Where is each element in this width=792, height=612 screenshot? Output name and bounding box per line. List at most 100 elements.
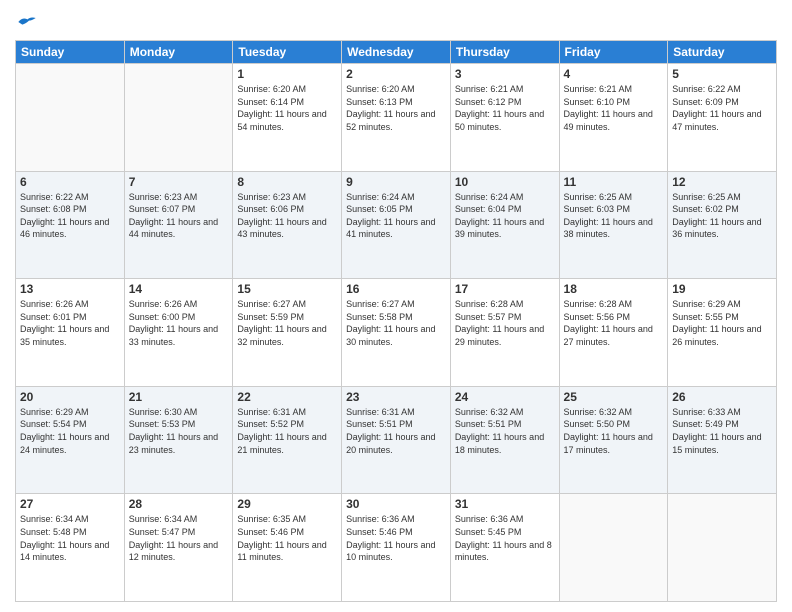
calendar-week-5: 27Sunrise: 6:34 AMSunset: 5:48 PMDayligh… bbox=[16, 494, 777, 602]
day-number: 1 bbox=[237, 67, 337, 81]
day-info: Sunrise: 6:36 AMSunset: 5:45 PMDaylight:… bbox=[455, 513, 555, 563]
day-info: Sunrise: 6:33 AMSunset: 5:49 PMDaylight:… bbox=[672, 406, 772, 456]
day-info: Sunrise: 6:24 AMSunset: 6:05 PMDaylight:… bbox=[346, 191, 446, 241]
calendar-cell: 10 Sunrise: 6:24 AMSunset: 6:04 PMDayligh… bbox=[450, 171, 559, 279]
calendar-cell: 6Sunrise: 6:22 AMSunset: 6:08 PMDaylight… bbox=[16, 171, 125, 279]
calendar-cell: 19 Sunrise: 6:29 AMSunset: 5:55 PMDayligh… bbox=[668, 279, 777, 387]
day-info: Sunrise: 6:21 AMSunset: 6:12 PMDaylight:… bbox=[455, 83, 555, 133]
header bbox=[15, 10, 777, 32]
day-number: 8 bbox=[237, 175, 337, 189]
calendar-cell: 27Sunrise: 6:34 AMSunset: 5:48 PMDayligh… bbox=[16, 494, 125, 602]
day-info: Sunrise: 6:27 AMSunset: 5:59 PMDaylight:… bbox=[237, 298, 337, 348]
day-number: 14 bbox=[129, 282, 229, 296]
calendar-week-3: 13Sunrise: 6:26 AMSunset: 6:01 PMDayligh… bbox=[16, 279, 777, 387]
calendar-cell: 17 Sunrise: 6:28 AMSunset: 5:57 PMDayligh… bbox=[450, 279, 559, 387]
calendar-cell: 4 Sunrise: 6:21 AMSunset: 6:10 PMDaylight… bbox=[559, 64, 668, 172]
calendar-cell: 1 Sunrise: 6:20 AMSunset: 6:14 PMDaylight… bbox=[233, 64, 342, 172]
day-info: Sunrise: 6:22 AMSunset: 6:09 PMDaylight:… bbox=[672, 83, 772, 133]
day-info: Sunrise: 6:29 AMSunset: 5:54 PMDaylight:… bbox=[20, 406, 120, 456]
day-info: Sunrise: 6:25 AMSunset: 6:03 PMDaylight:… bbox=[564, 191, 664, 241]
day-info: Sunrise: 6:29 AMSunset: 5:55 PMDaylight:… bbox=[672, 298, 772, 348]
calendar-table: SundayMondayTuesdayWednesdayThursdayFrid… bbox=[15, 40, 777, 602]
calendar-cell: 12 Sunrise: 6:25 AMSunset: 6:02 PMDayligh… bbox=[668, 171, 777, 279]
calendar-cell: 13Sunrise: 6:26 AMSunset: 6:01 PMDayligh… bbox=[16, 279, 125, 387]
day-number: 9 bbox=[346, 175, 446, 189]
day-info: Sunrise: 6:25 AMSunset: 6:02 PMDaylight:… bbox=[672, 191, 772, 241]
day-number: 31 bbox=[455, 497, 555, 511]
day-number: 28 bbox=[129, 497, 229, 511]
weekday-header-tuesday: Tuesday bbox=[233, 41, 342, 64]
day-number: 10 bbox=[455, 175, 555, 189]
calendar-cell: 2 Sunrise: 6:20 AMSunset: 6:13 PMDaylight… bbox=[342, 64, 451, 172]
calendar-cell: 26 Sunrise: 6:33 AMSunset: 5:49 PMDayligh… bbox=[668, 386, 777, 494]
day-number: 2 bbox=[346, 67, 446, 81]
day-info: Sunrise: 6:26 AMSunset: 6:00 PMDaylight:… bbox=[129, 298, 229, 348]
day-number: 18 bbox=[564, 282, 664, 296]
calendar-cell: 7 Sunrise: 6:23 AMSunset: 6:07 PMDaylight… bbox=[124, 171, 233, 279]
calendar-cell: 18 Sunrise: 6:28 AMSunset: 5:56 PMDayligh… bbox=[559, 279, 668, 387]
calendar-cell: 9 Sunrise: 6:24 AMSunset: 6:05 PMDaylight… bbox=[342, 171, 451, 279]
day-number: 21 bbox=[129, 390, 229, 404]
calendar-cell bbox=[559, 494, 668, 602]
day-number: 25 bbox=[564, 390, 664, 404]
day-number: 16 bbox=[346, 282, 446, 296]
day-info: Sunrise: 6:23 AMSunset: 6:06 PMDaylight:… bbox=[237, 191, 337, 241]
calendar-cell: 15 Sunrise: 6:27 AMSunset: 5:59 PMDayligh… bbox=[233, 279, 342, 387]
day-info: Sunrise: 6:31 AMSunset: 5:52 PMDaylight:… bbox=[237, 406, 337, 456]
weekday-header-sunday: Sunday bbox=[16, 41, 125, 64]
calendar-cell: 20 Sunrise: 6:29 AMSunset: 5:54 PMDayligh… bbox=[16, 386, 125, 494]
day-info: Sunrise: 6:20 AMSunset: 6:13 PMDaylight:… bbox=[346, 83, 446, 133]
day-info: Sunrise: 6:28 AMSunset: 5:56 PMDaylight:… bbox=[564, 298, 664, 348]
day-number: 22 bbox=[237, 390, 337, 404]
day-number: 17 bbox=[455, 282, 555, 296]
day-number: 23 bbox=[346, 390, 446, 404]
day-info: Sunrise: 6:32 AMSunset: 5:51 PMDaylight:… bbox=[455, 406, 555, 456]
calendar-week-4: 20 Sunrise: 6:29 AMSunset: 5:54 PMDayligh… bbox=[16, 386, 777, 494]
day-number: 29 bbox=[237, 497, 337, 511]
calendar-cell: 23 Sunrise: 6:31 AMSunset: 5:51 PMDayligh… bbox=[342, 386, 451, 494]
day-number: 3 bbox=[455, 67, 555, 81]
calendar-cell: 30 Sunrise: 6:36 AMSunset: 5:46 PMDayligh… bbox=[342, 494, 451, 602]
day-info: Sunrise: 6:31 AMSunset: 5:51 PMDaylight:… bbox=[346, 406, 446, 456]
day-number: 30 bbox=[346, 497, 446, 511]
day-info: Sunrise: 6:23 AMSunset: 6:07 PMDaylight:… bbox=[129, 191, 229, 241]
calendar-cell: 22 Sunrise: 6:31 AMSunset: 5:52 PMDayligh… bbox=[233, 386, 342, 494]
weekday-header-friday: Friday bbox=[559, 41, 668, 64]
day-number: 26 bbox=[672, 390, 772, 404]
day-info: Sunrise: 6:22 AMSunset: 6:08 PMDaylight:… bbox=[20, 191, 120, 241]
day-info: Sunrise: 6:30 AMSunset: 5:53 PMDaylight:… bbox=[129, 406, 229, 456]
day-info: Sunrise: 6:27 AMSunset: 5:58 PMDaylight:… bbox=[346, 298, 446, 348]
day-info: Sunrise: 6:21 AMSunset: 6:10 PMDaylight:… bbox=[564, 83, 664, 133]
day-info: Sunrise: 6:20 AMSunset: 6:14 PMDaylight:… bbox=[237, 83, 337, 133]
day-info: Sunrise: 6:36 AMSunset: 5:46 PMDaylight:… bbox=[346, 513, 446, 563]
page: SundayMondayTuesdayWednesdayThursdayFrid… bbox=[0, 0, 792, 612]
day-info: Sunrise: 6:35 AMSunset: 5:46 PMDaylight:… bbox=[237, 513, 337, 563]
logo bbox=[15, 14, 37, 32]
day-number: 24 bbox=[455, 390, 555, 404]
day-number: 12 bbox=[672, 175, 772, 189]
day-info: Sunrise: 6:26 AMSunset: 6:01 PMDaylight:… bbox=[20, 298, 120, 348]
calendar-week-1: 1 Sunrise: 6:20 AMSunset: 6:14 PMDaylight… bbox=[16, 64, 777, 172]
day-info: Sunrise: 6:34 AMSunset: 5:48 PMDaylight:… bbox=[20, 513, 120, 563]
day-number: 19 bbox=[672, 282, 772, 296]
calendar-week-2: 6Sunrise: 6:22 AMSunset: 6:08 PMDaylight… bbox=[16, 171, 777, 279]
calendar-cell: 21 Sunrise: 6:30 AMSunset: 5:53 PMDayligh… bbox=[124, 386, 233, 494]
weekday-header-saturday: Saturday bbox=[668, 41, 777, 64]
calendar-cell bbox=[124, 64, 233, 172]
day-number: 7 bbox=[129, 175, 229, 189]
calendar-cell: 24 Sunrise: 6:32 AMSunset: 5:51 PMDayligh… bbox=[450, 386, 559, 494]
calendar-cell: 8 Sunrise: 6:23 AMSunset: 6:06 PMDaylight… bbox=[233, 171, 342, 279]
day-number: 20 bbox=[20, 390, 120, 404]
calendar-cell: 11Sunrise: 6:25 AMSunset: 6:03 PMDayligh… bbox=[559, 171, 668, 279]
calendar-cell: 14 Sunrise: 6:26 AMSunset: 6:00 PMDayligh… bbox=[124, 279, 233, 387]
calendar-cell: 28 Sunrise: 6:34 AMSunset: 5:47 PMDayligh… bbox=[124, 494, 233, 602]
day-info: Sunrise: 6:34 AMSunset: 5:47 PMDaylight:… bbox=[129, 513, 229, 563]
day-number: 4 bbox=[564, 67, 664, 81]
weekday-header-thursday: Thursday bbox=[450, 41, 559, 64]
day-info: Sunrise: 6:24 AMSunset: 6:04 PMDaylight:… bbox=[455, 191, 555, 241]
day-info: Sunrise: 6:28 AMSunset: 5:57 PMDaylight:… bbox=[455, 298, 555, 348]
day-number: 15 bbox=[237, 282, 337, 296]
calendar-cell: 3 Sunrise: 6:21 AMSunset: 6:12 PMDaylight… bbox=[450, 64, 559, 172]
day-info: Sunrise: 6:32 AMSunset: 5:50 PMDaylight:… bbox=[564, 406, 664, 456]
weekday-header-wednesday: Wednesday bbox=[342, 41, 451, 64]
